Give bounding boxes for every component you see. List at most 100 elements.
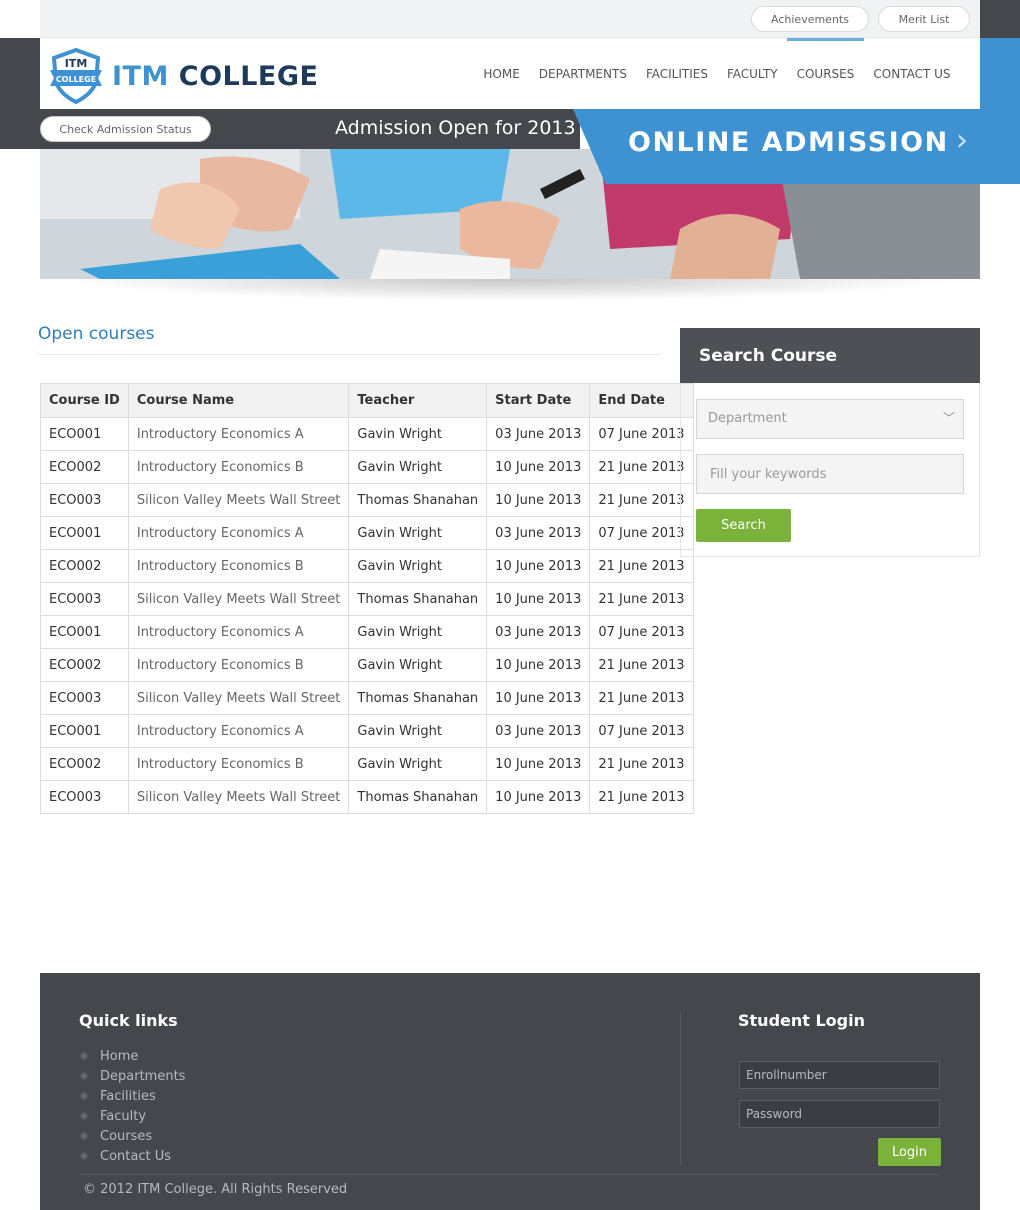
bullet-icon [80, 1072, 88, 1080]
quick-link-facilities[interactable]: Facilities [80, 1086, 185, 1106]
online-admission-banner[interactable]: ONLINE ADMISSION › [573, 109, 980, 184]
quick-link-courses[interactable]: Courses [80, 1126, 185, 1146]
course-id-cell: ECO003 [40, 780, 129, 814]
nav-item-faculty[interactable]: FACULTY [717, 38, 787, 109]
course-name-link[interactable]: Silicon Valley Meets Wall Street [127, 780, 350, 814]
quick-links-title: Quick links [79, 1011, 178, 1030]
start-date-cell: 03 June 2013 [486, 615, 591, 649]
nav-item-facilities[interactable]: FACILITIES [636, 38, 717, 109]
courses-table: Course ID Course Name Teacher Start Date… [40, 383, 694, 814]
footer-rule [80, 1174, 940, 1175]
course-name-link[interactable]: Introductory Economics A [127, 615, 350, 649]
hero-banner: Check Admission Status Admission Open fo… [40, 109, 980, 279]
site-logo[interactable]: ITM COLLEGE ITM COLLEGE [46, 48, 318, 104]
teacher-cell: Gavin Wright [348, 417, 488, 451]
start-date-cell: 10 June 2013 [486, 582, 591, 616]
course-name-link[interactable]: Silicon Valley Meets Wall Street [127, 582, 350, 616]
end-date-cell: 21 June 2013 [589, 450, 694, 484]
end-date-cell: 21 June 2013 [589, 780, 694, 814]
table-row: ECO003 Silicon Valley Meets Wall Street Th… [40, 780, 694, 814]
nav-item-departments[interactable]: DEPARTMENTS [529, 38, 636, 109]
header-background-band [0, 38, 40, 149]
course-name-link[interactable]: Introductory Economics A [127, 714, 350, 748]
table-row: ECO003 Silicon Valley Meets Wall Street Th… [40, 681, 694, 715]
quick-link-contact-us[interactable]: Contact Us [80, 1146, 185, 1166]
end-date-cell: 21 June 2013 [589, 582, 694, 616]
nav-item-contact-us[interactable]: CONTACT US [864, 38, 960, 109]
end-date-cell: 07 June 2013 [589, 615, 694, 649]
start-date-cell: 10 June 2013 [486, 549, 591, 583]
course-id-cell: ECO001 [40, 615, 129, 649]
table-row: ECO002 Introductory Economics B Gavin Wrig… [40, 450, 694, 484]
end-date-cell: 07 June 2013 [589, 714, 694, 748]
table-row: ECO002 Introductory Economics B Gavin Wrig… [40, 549, 694, 583]
copyright-text: © 2012 ITM College. All Rights Reserved [83, 1182, 348, 1197]
course-name-link[interactable]: Introductory Economics B [127, 648, 350, 682]
quick-link-departments[interactable]: Departments [80, 1066, 185, 1086]
keywords-input[interactable] [696, 454, 964, 494]
banner-background-band [980, 38, 1020, 184]
top-bar: Achievements Merit List [40, 0, 980, 38]
column-header-start-date: Start Date [486, 383, 591, 418]
site-header: ITM COLLEGE ITM COLLEGE HOME DEPARTMENTS… [40, 38, 980, 109]
enroll-number-input[interactable] [739, 1061, 940, 1089]
column-header-course-name: Course Name [127, 383, 350, 418]
end-date-cell: 21 June 2013 [589, 483, 694, 517]
teacher-cell: Thomas Shanahan [348, 582, 488, 616]
course-name-link[interactable]: Introductory Economics B [127, 549, 350, 583]
search-button[interactable]: Search [696, 509, 791, 542]
quick-links-list: Home Departments Facilities Faculty Cour… [80, 1046, 185, 1166]
nav-item-home[interactable]: HOME [474, 38, 529, 109]
achievements-link[interactable]: Achievements [751, 6, 869, 32]
svg-text:ITM: ITM [65, 57, 88, 70]
quick-link-home[interactable]: Home [80, 1046, 185, 1066]
course-name-link[interactable]: Introductory Economics B [127, 450, 350, 484]
admission-headline: Admission Open for 2013 [335, 117, 576, 139]
shield-logo-icon: ITM COLLEGE [50, 48, 102, 104]
check-admission-status-button[interactable]: Check Admission Status [40, 116, 211, 142]
table-row: ECO001 Introductory Economics A Gavin Wrig… [40, 714, 694, 748]
search-course-panel: Search Course Department ﹀ Search [680, 328, 980, 557]
header-background-band [980, 0, 1020, 38]
start-date-cell: 10 June 2013 [486, 747, 591, 781]
banner-shadow [60, 279, 960, 301]
chevron-right-icon: › [956, 123, 968, 158]
course-name-link[interactable]: Silicon Valley Meets Wall Street [127, 483, 350, 517]
svg-text:COLLEGE: COLLEGE [56, 75, 96, 84]
start-date-cell: 03 June 2013 [486, 516, 591, 550]
merit-list-link[interactable]: Merit List [878, 6, 970, 32]
table-row: ECO002 Introductory Economics B Gavin Wrig… [40, 648, 694, 682]
courses-table-body: ECO001 Introductory Economics A Gavin Wrig… [40, 417, 694, 814]
course-name-link[interactable]: Introductory Economics A [127, 516, 350, 550]
end-date-cell: 21 June 2013 [589, 747, 694, 781]
course-id-cell: ECO001 [40, 417, 129, 451]
start-date-cell: 10 June 2013 [486, 681, 591, 715]
table-row: ECO003 Silicon Valley Meets Wall Street Th… [40, 483, 694, 517]
bullet-icon [80, 1152, 88, 1160]
login-button[interactable]: Login [878, 1138, 941, 1166]
course-id-cell: ECO001 [40, 714, 129, 748]
course-name-link[interactable]: Introductory Economics B [127, 747, 350, 781]
course-name-link[interactable]: Silicon Valley Meets Wall Street [127, 681, 350, 715]
footer-divider [680, 1013, 681, 1165]
table-row: ECO002 Introductory Economics B Gavin Wrig… [40, 747, 694, 781]
quick-link-faculty[interactable]: Faculty [80, 1106, 185, 1126]
teacher-cell: Gavin Wright [348, 615, 488, 649]
password-input[interactable] [739, 1100, 940, 1128]
column-header-teacher: Teacher [348, 383, 488, 418]
student-login-title: Student Login [738, 1011, 865, 1030]
teacher-cell: Gavin Wright [348, 648, 488, 682]
end-date-cell: 21 June 2013 [589, 549, 694, 583]
end-date-cell: 07 June 2013 [589, 417, 694, 451]
table-row: ECO003 Silicon Valley Meets Wall Street Th… [40, 582, 694, 616]
teacher-cell: Gavin Wright [348, 516, 488, 550]
department-select[interactable]: Department ﹀ [696, 399, 964, 439]
course-id-cell: ECO002 [40, 648, 129, 682]
end-date-cell: 07 June 2013 [589, 516, 694, 550]
table-header-row: Course ID Course Name Teacher Start Date… [40, 383, 694, 418]
end-date-cell: 21 June 2013 [589, 681, 694, 715]
course-name-link[interactable]: Introductory Economics A [127, 417, 350, 451]
nav-item-courses[interactable]: COURSES [787, 38, 864, 109]
site-footer: Quick links Home Departments Facilities … [40, 973, 980, 1210]
teacher-cell: Gavin Wright [348, 549, 488, 583]
